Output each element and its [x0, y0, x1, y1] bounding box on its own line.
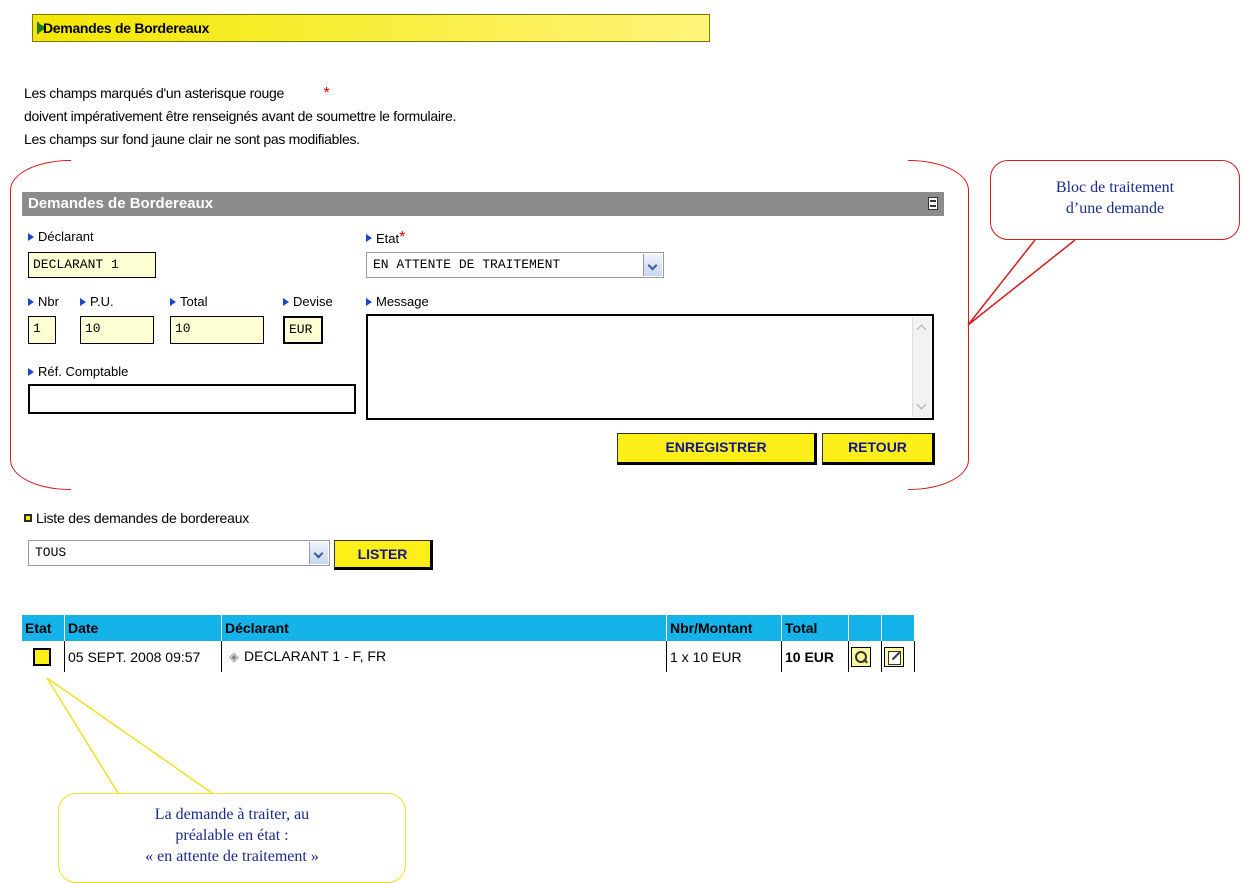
yellow-callout-pointer [46, 677, 213, 794]
callout-pointers [46, 239, 1076, 794]
red-callout-pointer [967, 239, 1076, 326]
